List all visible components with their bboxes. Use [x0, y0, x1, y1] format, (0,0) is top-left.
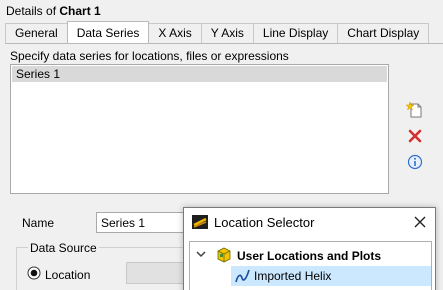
series-list-item[interactable]: Series 1 [12, 66, 387, 82]
tab-data-series[interactable]: Data Series [66, 21, 150, 43]
info-icon[interactable] [405, 152, 425, 172]
series-actions [405, 100, 427, 178]
tree-group-user-locations[interactable]: User Locations and Plots [190, 245, 431, 265]
location-selector-popup: Location Selector User Locations and Plo… [183, 207, 436, 290]
new-series-icon[interactable] [405, 100, 425, 120]
delete-icon[interactable] [405, 126, 425, 146]
tab-bar: General Data Series X Axis Y Axis Line D… [5, 21, 430, 43]
line-plot-icon [235, 268, 251, 284]
series-list[interactable]: Series 1 [10, 64, 389, 194]
tree-item-imported-helix[interactable]: Imported Helix [231, 266, 431, 286]
location-label: Location [45, 268, 91, 282]
tree-group-label: User Locations and Plots [237, 249, 382, 263]
tab-general[interactable]: General [5, 23, 68, 43]
details-title: Details of Chart 1 [6, 4, 101, 18]
name-field[interactable]: Series 1 [96, 212, 196, 233]
location-tree: User Locations and Plots Imported Helix [189, 241, 432, 290]
tab-line-display[interactable]: Line Display [252, 23, 339, 43]
close-icon[interactable] [412, 214, 428, 230]
popup-title-bar: Location Selector [184, 208, 435, 236]
tab-x-axis[interactable]: X Axis [148, 23, 202, 43]
name-label: Name [22, 216, 55, 230]
chart-name: Chart 1 [59, 4, 101, 18]
location-radio[interactable] [27, 266, 41, 280]
popup-title: Location Selector [214, 215, 315, 230]
chevron-down-icon[interactable] [195, 248, 207, 260]
data-series-hint: Specify data series for locations, files… [10, 49, 289, 63]
tab-y-axis[interactable]: Y Axis [200, 23, 254, 43]
data-source-legend: Data Source [28, 241, 99, 255]
details-title-prefix: Details of [6, 4, 60, 18]
app-logo-icon [192, 214, 208, 230]
tree-item-label: Imported Helix [254, 269, 332, 283]
chart-details-panel: Details of Chart 1 General Data Series X… [0, 0, 443, 290]
tab-chart-display[interactable]: Chart Display [337, 23, 430, 43]
user-locations-icon [216, 247, 232, 263]
